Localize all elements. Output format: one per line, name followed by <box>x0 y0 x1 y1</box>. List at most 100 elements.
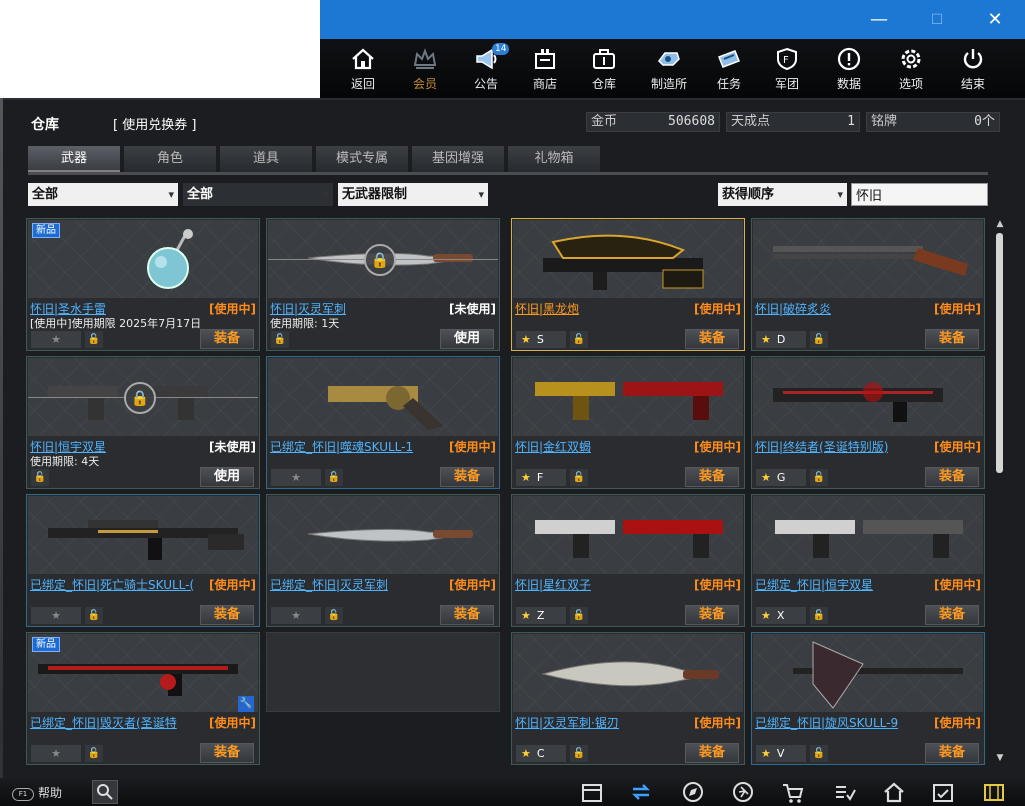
schedule-button[interactable] <box>930 780 956 804</box>
scroll-thumb[interactable] <box>996 233 1003 473</box>
category-dropdown[interactable]: 全部 <box>28 183 178 206</box>
bind-lock-icon[interactable]: 🔓 <box>85 607 103 624</box>
weapon-card[interactable]: 已绑定_怀旧|恒宇双星 [使用中] ★ X 🔓 装备 <box>751 494 985 627</box>
equip-button[interactable]: 装备 <box>440 605 494 625</box>
close-button[interactable]: ✕ <box>983 8 1007 32</box>
nav-item-home[interactable]: 返回 <box>339 43 387 95</box>
equip-button[interactable]: 装备 <box>685 605 739 625</box>
calendar-button[interactable] <box>579 780 605 804</box>
weapon-card[interactable]: 🔒 怀旧|恒宇双星 [未使用] 使用期限: 4天 🔓 使用 <box>26 356 260 489</box>
use-button[interactable]: 使用 <box>200 467 254 487</box>
nav-item-alert-circle[interactable]: 数据 <box>825 43 873 95</box>
equip-button[interactable]: 装备 <box>685 743 739 763</box>
nav-item-ticket[interactable]: 任务 <box>705 43 753 95</box>
bind-lock-icon[interactable]: 🔓 <box>810 331 828 348</box>
restriction-dropdown[interactable]: 无武器限制 <box>338 183 488 206</box>
weapon-card[interactable]: 怀旧|终结者(圣诞特别版) [使用中] ★ G 🔓 装备 <box>751 356 985 489</box>
scroll-down-icon[interactable]: ▼ <box>995 753 1005 763</box>
nav-item-shop[interactable]: 商店 <box>521 43 569 95</box>
tab-1[interactable]: 角色 <box>124 146 216 172</box>
weapon-card[interactable]: 怀旧|破碎炙炎 [使用中] ★ D 🔓 装备 <box>751 218 985 351</box>
nav-item-crown[interactable]: 会员 <box>401 43 449 95</box>
weapon-card[interactable]: 🔒 怀旧|灭灵军刺 [未使用] 使用期限: 1天 🔓 使用 <box>266 218 500 351</box>
weapon-name[interactable]: 已绑定_怀旧|毁灭者(圣诞特 <box>30 714 177 731</box>
use-button[interactable]: 使用 <box>440 329 494 349</box>
weapon-card[interactable]: 新品 怀旧|圣水手雷 [使用中] [使用中]使用期限 2025年7月17日 ★ 🔓 装备 <box>26 218 260 351</box>
weapon-name[interactable]: 怀旧|破碎炙炎 <box>755 300 831 317</box>
bind-lock-icon[interactable]: 🔓 <box>325 469 343 486</box>
nav-item-gear[interactable]: 选项 <box>887 43 935 95</box>
weapon-card[interactable]: 怀旧|黑龙炮 [使用中] ★ S 🔓 装备 <box>511 218 745 351</box>
compass-button[interactable] <box>680 780 706 804</box>
nav-item-megaphone[interactable]: 公告 14 <box>462 43 510 95</box>
bind-lock-icon[interactable]: 🔓 <box>570 607 588 624</box>
weapon-name[interactable]: 怀旧|黑龙炮 <box>515 300 579 317</box>
redeem-voucher-link[interactable]: [ 使用兑换券 ] <box>113 114 196 133</box>
equip-button[interactable]: 装备 <box>925 467 979 487</box>
bind-lock-icon[interactable]: 🔓 <box>570 331 588 348</box>
help-button[interactable]: F1 帮助 <box>12 784 62 802</box>
cart-button[interactable] <box>780 780 806 804</box>
equip-button[interactable]: 装备 <box>925 743 979 763</box>
equip-button[interactable]: 装备 <box>925 605 979 625</box>
nav-item-briefcase[interactable]: 仓库 <box>580 43 628 95</box>
minimize-button[interactable]: — <box>867 8 891 32</box>
equip-button[interactable]: 装备 <box>685 467 739 487</box>
nav-item-shield[interactable]: F 军团 <box>763 43 811 95</box>
nav-item-factory[interactable]: 制造所 <box>645 43 693 95</box>
tab-5[interactable]: 礼物箱 <box>508 146 600 172</box>
bind-lock-icon[interactable]: 🔓 <box>570 745 588 762</box>
weapon-card[interactable]: 已绑定_怀旧|灭灵军刺 [使用中] ★ 🔓 装备 <box>266 494 500 627</box>
equip-button[interactable]: 装备 <box>200 329 254 349</box>
weapon-name[interactable]: 已绑定_怀旧|灭灵军刺 <box>270 576 388 593</box>
subcategory-dropdown[interactable]: 全部 <box>183 183 333 206</box>
bind-lock-icon[interactable]: 🔓 <box>810 745 828 762</box>
house-button[interactable] <box>881 780 907 804</box>
bind-lock-icon[interactable]: 🔓 <box>810 469 828 486</box>
weapon-card[interactable]: 怀旧|灭灵军刺·锯刃 [使用中] ★ C 🔓 装备 <box>511 632 745 765</box>
weapon-card[interactable]: 怀旧|金红双蝎 [使用中] ★ F 🔓 装备 <box>511 356 745 489</box>
runner-button[interactable] <box>730 780 756 804</box>
equip-button[interactable]: 装备 <box>685 329 739 349</box>
bind-lock-icon[interactable]: 🔓 <box>810 607 828 624</box>
scroll-up-icon[interactable]: ▲ <box>995 219 1005 229</box>
weapon-card[interactable]: 新品 🔧 已绑定_怀旧|毁灭者(圣诞特 [使用中] ★ 🔓 装备 <box>26 632 260 765</box>
equip-button[interactable]: 装备 <box>200 743 254 763</box>
weapon-card[interactable]: 已绑定_怀旧|噬魂SKULL-1 [使用中] ★ 🔓 装备 <box>266 356 500 489</box>
expiry-text: 使用期限: 1天 <box>270 317 340 330</box>
tab-4[interactable]: 基因增强 <box>412 146 504 172</box>
magnifier-button[interactable] <box>92 780 118 804</box>
weapon-name[interactable]: 已绑定_怀旧|噬魂SKULL-1 <box>270 438 413 455</box>
weapon-card[interactable]: 已绑定_怀旧|死亡骑士SKULL-([使用中] ★ 🔓 装备 <box>26 494 260 627</box>
bind-lock-icon[interactable]: 🔓 <box>85 745 103 762</box>
sort-dropdown[interactable]: 获得顺序 <box>718 183 847 206</box>
scrollbar[interactable]: ▲ ▼ <box>995 219 1005 765</box>
weapon-name[interactable]: 怀旧|金红双蝎 <box>515 438 591 455</box>
checklist-button[interactable] <box>832 780 858 804</box>
weapon-name[interactable]: 已绑定_怀旧|死亡骑士SKULL-( <box>30 576 194 593</box>
weapon-name[interactable]: 怀旧|终结者(圣诞特别版) <box>755 438 888 455</box>
tab-2[interactable]: 道具 <box>220 146 312 172</box>
maximize-button[interactable]: ☐ <box>925 8 949 32</box>
wrench-icon[interactable]: 🔧 <box>238 696 254 712</box>
search-input[interactable] <box>851 183 988 206</box>
weapon-name[interactable]: 怀旧|灭灵军刺·锯刃 <box>515 714 619 731</box>
equip-button[interactable]: 装备 <box>200 605 254 625</box>
bind-lock-icon[interactable]: 🔓 <box>570 469 588 486</box>
film-button[interactable] <box>981 780 1007 804</box>
bind-lock-icon[interactable]: 🔓 <box>271 331 289 348</box>
tab-0[interactable]: 武器 <box>28 146 120 172</box>
bind-lock-icon[interactable]: 🔓 <box>31 469 49 486</box>
weapon-card[interactable]: 怀旧|星红双子 [使用中] ★ Z 🔓 装备 <box>511 494 745 627</box>
nav-item-power[interactable]: 结束 <box>949 43 997 95</box>
tab-3[interactable]: 模式专属 <box>316 146 408 172</box>
equip-button[interactable]: 装备 <box>925 329 979 349</box>
weapon-name[interactable]: 已绑定_怀旧|旋风SKULL-9 <box>755 714 898 731</box>
weapon-name[interactable]: 怀旧|星红双子 <box>515 576 591 593</box>
equip-button[interactable]: 装备 <box>440 467 494 487</box>
bind-lock-icon[interactable]: 🔓 <box>325 607 343 624</box>
weapon-name[interactable]: 已绑定_怀旧|恒宇双星 <box>755 576 873 593</box>
bind-lock-icon[interactable]: 🔓 <box>85 331 103 348</box>
weapon-card[interactable]: 已绑定_怀旧|旋风SKULL-9 [使用中] ★ V 🔓 装备 <box>751 632 985 765</box>
swap-button[interactable] <box>628 780 654 804</box>
